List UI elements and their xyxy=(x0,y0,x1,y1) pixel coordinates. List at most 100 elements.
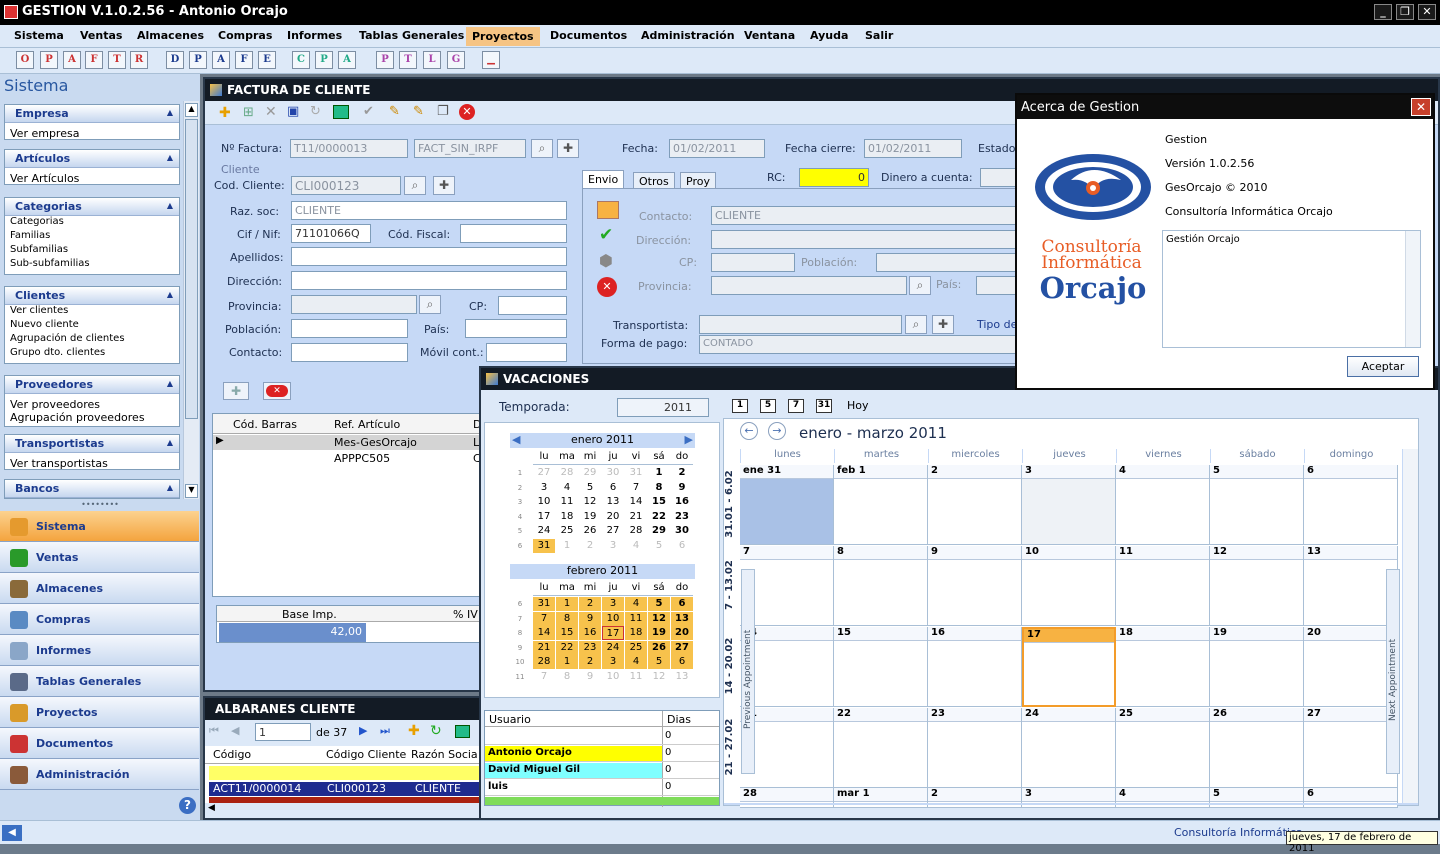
mini-day[interactable]: 16 xyxy=(671,495,693,509)
mini-day[interactable]: 29 xyxy=(579,466,601,480)
mini-day[interactable]: 1 xyxy=(648,466,670,480)
menu-5[interactable]: Tablas Generales xyxy=(359,29,464,42)
add-line-button[interactable]: ✚ xyxy=(223,382,249,400)
search-client-icon[interactable]: ⌕ xyxy=(404,176,426,195)
col-razon[interactable]: Razón Socia xyxy=(411,748,478,761)
mini-day[interactable]: 22 xyxy=(648,510,670,524)
restore-button[interactable]: ❐ xyxy=(1396,4,1414,20)
calendar-cell[interactable]: 18 xyxy=(1116,627,1210,707)
calendar-cell[interactable]: 28 xyxy=(740,788,834,808)
mini-day[interactable]: 29 xyxy=(648,524,670,538)
calendar-cell[interactable]: 15 xyxy=(834,627,928,707)
nav-0[interactable]: Sistema xyxy=(0,511,199,542)
nav-8[interactable]: Administración xyxy=(0,759,199,790)
poblacion-input[interactable] xyxy=(291,319,408,338)
mini-day[interactable]: 3 xyxy=(533,481,555,495)
toolbar-button-17[interactable]: G xyxy=(447,51,465,69)
remove-icon[interactable]: ✕ xyxy=(597,277,617,297)
mini-day[interactable]: 8 xyxy=(556,670,578,684)
today-button[interactable]: Hoy xyxy=(847,399,869,412)
calendar-cell[interactable]: 2 xyxy=(928,465,1022,545)
collapse-icon[interactable]: ◀ xyxy=(2,825,22,841)
menu-7[interactable]: Documentos xyxy=(550,29,627,42)
mini-day[interactable]: 27 xyxy=(602,524,624,538)
contacto-input[interactable] xyxy=(291,343,408,362)
calendar-cell[interactable]: 24 xyxy=(1022,708,1116,788)
temporada-input[interactable]: 2011 xyxy=(617,398,709,417)
table-row[interactable]: luis 0 xyxy=(485,780,719,796)
toolbar-button-16[interactable]: L xyxy=(423,51,441,69)
prev-month-icon[interactable]: ◀ xyxy=(512,433,520,446)
section-header[interactable]: Artículos xyxy=(5,150,179,168)
mini-day[interactable]: 17 xyxy=(533,510,555,524)
help-icon[interactable]: ? xyxy=(179,797,196,814)
toolbar-button-10[interactable]: E xyxy=(258,51,276,69)
mini-day[interactable]: 27 xyxy=(533,466,555,480)
col-codigo-cliente[interactable]: Código Cliente xyxy=(326,748,406,761)
add-client-button[interactable]: ✚ xyxy=(433,176,455,195)
toolbar-button-8[interactable]: A xyxy=(212,51,230,69)
mini-day[interactable]: 6 xyxy=(602,481,624,495)
menu-1[interactable]: Ventas xyxy=(80,29,122,42)
mini-day[interactable]: 15 xyxy=(648,495,670,509)
calendar-cell[interactable]: 6 xyxy=(1304,465,1398,545)
mini-day[interactable]: 2 xyxy=(671,466,693,480)
calendar-cell[interactable]: mar 1 xyxy=(834,788,928,808)
mini-day[interactable]: 17 xyxy=(602,626,624,640)
calendar-cell[interactable]: 17 xyxy=(1022,627,1116,707)
mini-day[interactable]: 1 xyxy=(556,655,578,669)
mini-day[interactable]: 23 xyxy=(671,510,693,524)
delete-icon[interactable]: ✕ xyxy=(265,104,277,120)
nav-5[interactable]: Tablas Generales xyxy=(0,666,199,697)
tool2-icon[interactable]: ✎ xyxy=(413,104,424,119)
nav-1[interactable]: Ventas xyxy=(0,542,199,573)
last-icon[interactable]: ⏭ xyxy=(380,724,390,738)
mini-day[interactable]: 8 xyxy=(556,611,578,626)
mini-day[interactable]: 10 xyxy=(602,611,624,626)
mini-day[interactable]: 24 xyxy=(602,640,624,655)
section-header[interactable]: Clientes xyxy=(5,287,179,305)
apellidos-input[interactable] xyxy=(291,247,567,266)
export-icon[interactable] xyxy=(455,725,470,738)
movil-input[interactable] xyxy=(486,343,567,362)
toolbar-close-icon[interactable]: ▁ xyxy=(482,51,500,69)
cod-cliente-input[interactable]: CLI000123 xyxy=(291,176,401,195)
mini-day[interactable]: 5 xyxy=(648,655,670,669)
tab-envio[interactable]: Envio xyxy=(582,170,625,188)
mini-day[interactable]: 4 xyxy=(556,481,578,495)
envio-direccion-input[interactable] xyxy=(711,230,1021,249)
calendar-cell[interactable]: 5 xyxy=(1210,465,1304,545)
view-day-button[interactable]: 1 xyxy=(732,399,748,413)
col-usuario[interactable]: Usuario xyxy=(489,713,531,726)
sidebar-item[interactable]: Subfamilias xyxy=(5,244,179,258)
mini-day[interactable]: 11 xyxy=(625,611,647,626)
envio-contacto-input[interactable]: CLIENTE xyxy=(711,206,1021,225)
delete-line-button[interactable]: ✕ xyxy=(263,382,291,400)
menu-4[interactable]: Informes xyxy=(287,29,342,42)
toolbar-button-2[interactable]: A xyxy=(63,51,81,69)
calendar-cell[interactable]: feb 1 xyxy=(834,465,928,545)
mini-day[interactable]: 1 xyxy=(556,539,578,553)
mini-day[interactable]: 19 xyxy=(648,626,670,640)
refresh-icon[interactable]: ↻ xyxy=(430,723,442,739)
prev-icon[interactable]: ◀ xyxy=(231,724,239,737)
refresh-icon[interactable]: ↻ xyxy=(310,104,321,119)
table-row[interactable]: 0 xyxy=(485,729,719,745)
sidebar-item[interactable]: Sub-subfamilias xyxy=(5,258,179,272)
add-icon[interactable]: ✚ xyxy=(219,105,231,121)
mini-day[interactable]: 6 xyxy=(671,539,693,553)
sidebar-item[interactable]: Grupo dto. clientes xyxy=(5,347,179,361)
search-envio-provincia-icon[interactable]: ⌕ xyxy=(909,276,931,295)
mini-day[interactable]: 19 xyxy=(579,510,601,524)
table-row[interactable]: Antonio Orcajo 0 xyxy=(485,746,719,762)
mini-day[interactable]: 4 xyxy=(625,597,647,611)
razon-input[interactable]: CLIENTE xyxy=(291,201,567,220)
mini-day[interactable]: 4 xyxy=(625,655,647,669)
page-input[interactable]: 1 xyxy=(255,723,311,741)
envio-cp-input[interactable] xyxy=(711,253,795,272)
table-row[interactable]: David Miguel Gil 0 xyxy=(485,763,719,779)
export-icon[interactable] xyxy=(333,105,349,119)
calendar-cell[interactable]: 12 xyxy=(1210,546,1304,626)
calendar-cell[interactable]: 10 xyxy=(1022,546,1116,626)
toolbar-button-4[interactable]: T xyxy=(108,51,126,69)
